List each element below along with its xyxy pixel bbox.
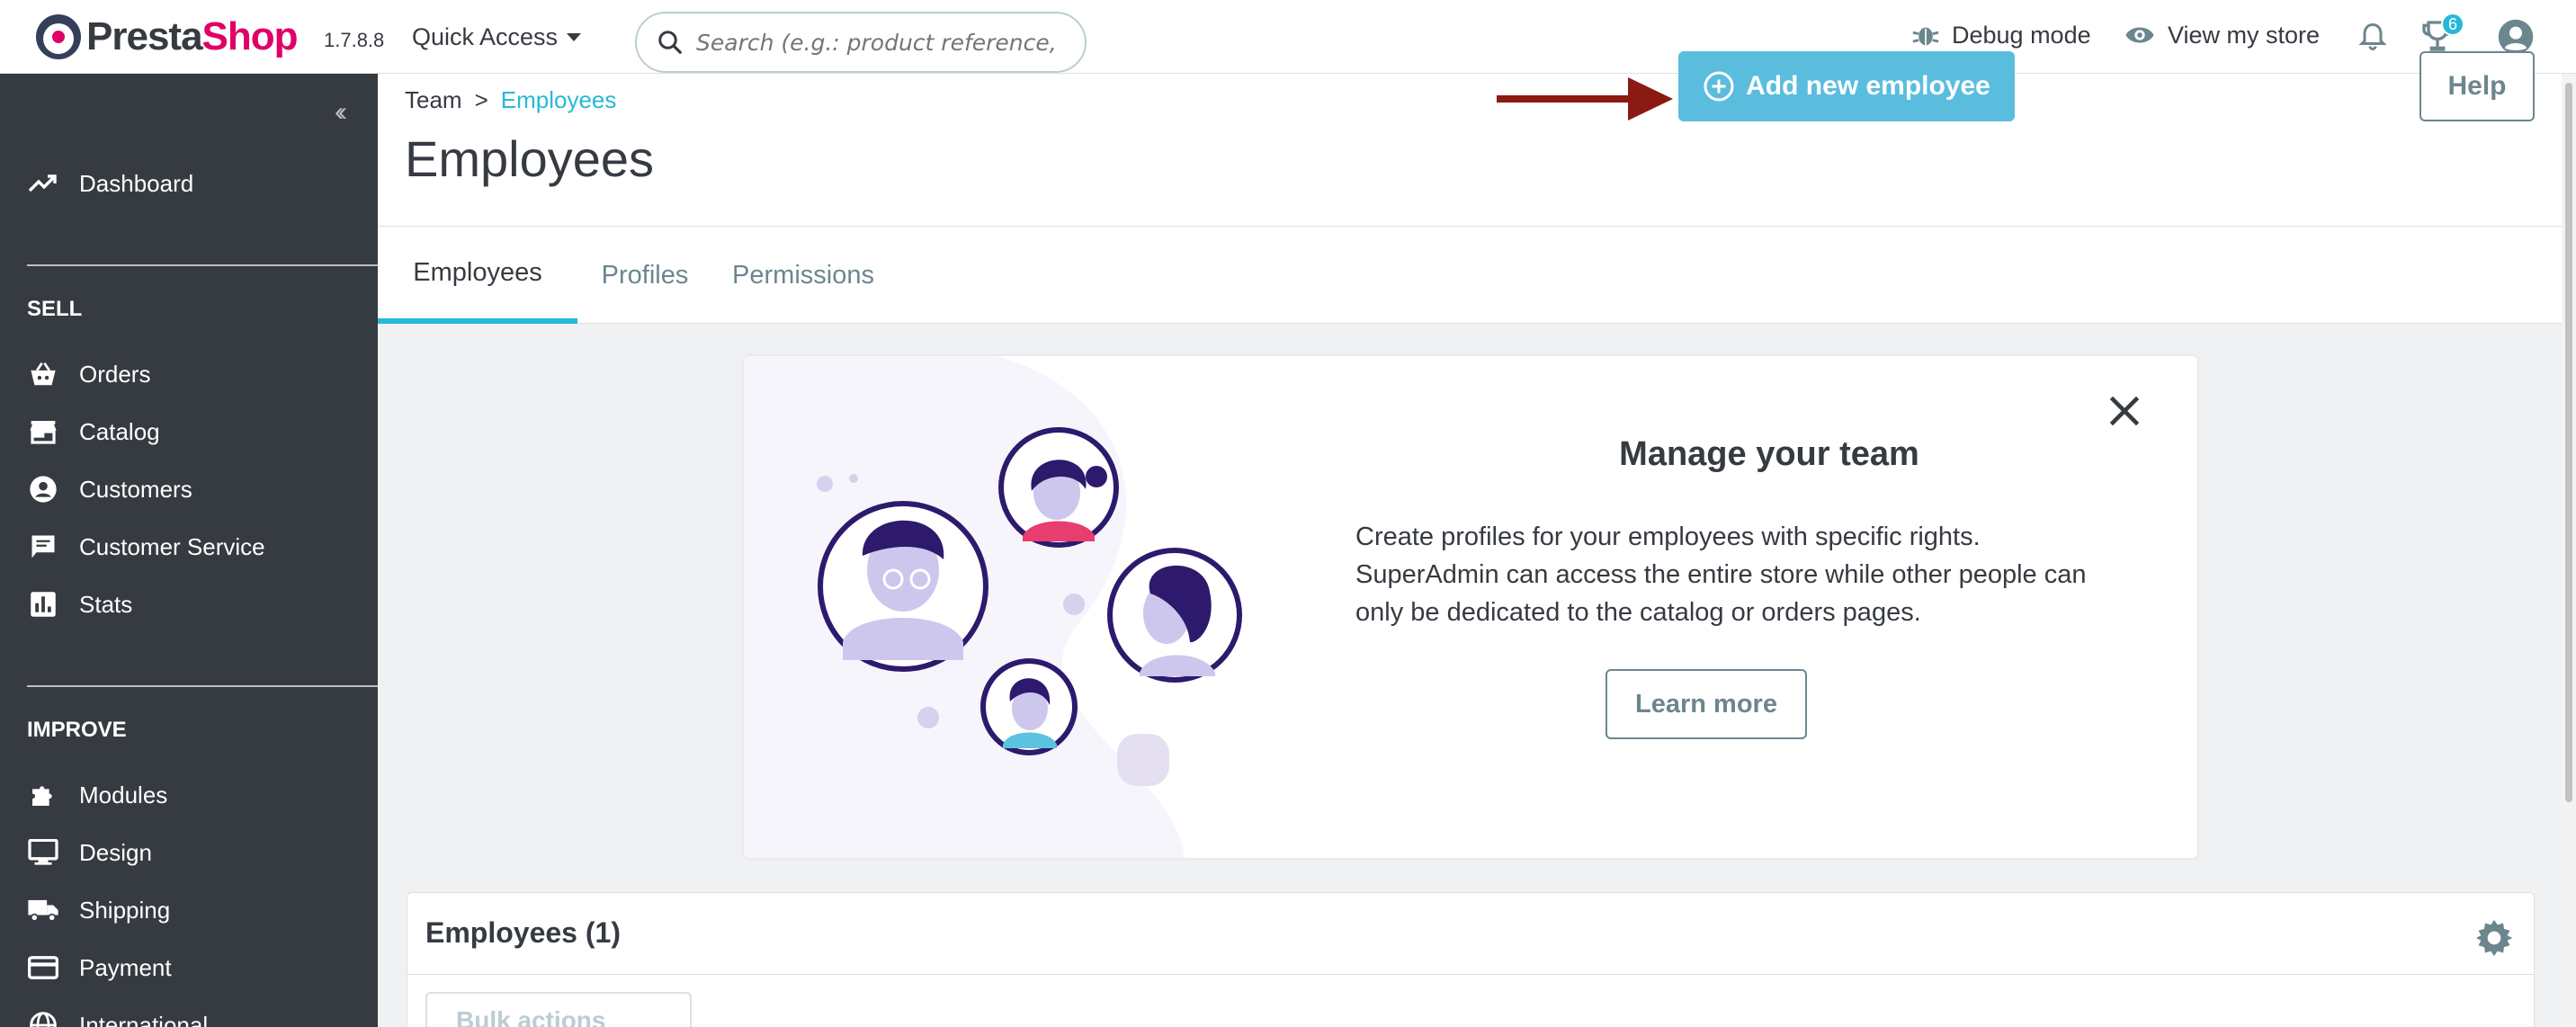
sidebar-divider [27, 685, 378, 687]
view-my-store-label: View my store [2168, 21, 2321, 49]
trophy-badge: 6 [2441, 13, 2464, 36]
team-illustration [744, 356, 1242, 858]
sidebar-item-design[interactable]: Design [27, 835, 152, 871]
sidebar-item-shipping[interactable]: Shipping [27, 892, 170, 928]
employees-list-panel: Employees (1) Bulk actions [407, 892, 2535, 1027]
sidebar-item-dashboard[interactable]: Dashboard [27, 165, 193, 201]
prestashop-logo-icon [36, 14, 81, 59]
panel-divider [407, 974, 2534, 975]
quick-access-label: Quick Access [412, 23, 559, 50]
debug-mode-link[interactable]: Debug mode [1910, 20, 2091, 50]
manage-team-card: Manage your team Create profiles for you… [744, 356, 2197, 858]
tab-profiles[interactable]: Profiles [577, 227, 712, 324]
bug-icon [1912, 27, 1939, 46]
section-improve-heading: IMPROVE [27, 718, 127, 742]
annotation-arrow [1497, 77, 1673, 121]
sidebar: ‹‹ Dashboard SELL Orders Catalog Custome… [0, 74, 378, 1027]
page-title: Employees [405, 130, 655, 187]
breadcrumb-employees[interactable]: Employees [501, 86, 617, 113]
add-new-employee-button[interactable]: Add new employee [1678, 51, 2015, 121]
tab-permissions[interactable]: Permissions [712, 227, 894, 324]
tab-employees[interactable]: Employees [378, 227, 577, 324]
user-account-icon [2498, 19, 2534, 55]
sidebar-item-label: Payment [79, 953, 172, 981]
manage-team-description: Create profiles for your employees with … [1355, 522, 2087, 627]
sidebar-item-label: Stats [79, 590, 133, 618]
globe-icon [27, 1009, 59, 1027]
quick-access-dropdown[interactable]: Quick Access [412, 23, 582, 51]
eye-icon [2125, 27, 2154, 43]
shopping-basket-icon [27, 358, 59, 390]
search-bar[interactable] [635, 12, 1087, 73]
employees-list-title: Employees (1) [425, 916, 621, 949]
sidebar-item-label: Dashboard [79, 169, 194, 197]
sidebar-item-label: Orders [79, 360, 151, 388]
bulk-actions-dropdown[interactable]: Bulk actions [425, 992, 692, 1027]
breadcrumb-team[interactable]: Team [405, 86, 462, 113]
sidebar-item-catalog[interactable]: Catalog [27, 414, 160, 450]
view-my-store-link[interactable]: View my store [2123, 20, 2320, 50]
puzzle-icon [27, 779, 59, 811]
top-header: PrestaShop 1.7.8.8 Quick Access Debug mo… [0, 0, 2576, 74]
debug-mode-label: Debug mode [1952, 21, 2091, 49]
sidebar-item-orders[interactable]: Orders [27, 356, 150, 392]
page-header: Team > Employees Employees [378, 74, 2562, 227]
logo-text-shop: Shop [201, 14, 299, 58]
desktop-icon [27, 836, 59, 869]
bar-chart-icon [27, 588, 59, 621]
prestashop-logo[interactable]: PrestaShop [36, 13, 299, 61]
sidebar-item-customer-service[interactable]: Customer Service [27, 529, 265, 565]
breadcrumb: Team > Employees [405, 86, 616, 114]
sidebar-item-payment[interactable]: Payment [27, 950, 172, 986]
notifications-button[interactable] [2357, 20, 2389, 58]
sidebar-item-label: Catalog [79, 417, 160, 445]
tabs-bar: Employees Profiles Permissions [378, 227, 2562, 324]
user-circle-icon [27, 473, 59, 505]
store-icon [27, 415, 59, 448]
sidebar-item-label: Customers [79, 475, 192, 503]
sidebar-item-label: Shipping [79, 896, 171, 924]
help-button[interactable]: Help [2419, 51, 2535, 121]
credit-card-icon [27, 951, 59, 984]
sidebar-item-customers[interactable]: Customers [27, 471, 192, 507]
search-input[interactable] [696, 29, 1056, 56]
bell-icon [2358, 22, 2387, 50]
truck-icon [27, 894, 59, 926]
learn-more-button[interactable]: Learn more [1606, 669, 1807, 739]
close-icon[interactable] [2102, 388, 2147, 433]
search-icon [658, 31, 682, 54]
sidebar-item-modules[interactable]: Modules [27, 777, 167, 813]
gear-icon[interactable] [2474, 918, 2514, 958]
breadcrumb-separator: > [474, 86, 488, 113]
chat-icon [27, 531, 59, 563]
add-new-employee-label: Add new employee [1746, 71, 1990, 101]
add-circle-icon [1704, 71, 1734, 102]
manage-team-title: Manage your team [1619, 435, 1919, 473]
scrollbar-thumb[interactable] [2565, 83, 2572, 802]
caret-down-icon [567, 33, 582, 41]
logo-text-presta: Presta [86, 14, 203, 58]
bulk-actions-label: Bulk actions [456, 1006, 606, 1027]
collapse-sidebar-icon[interactable]: ‹‹ [335, 97, 347, 128]
sidebar-item-label: Modules [79, 781, 168, 808]
section-sell-heading: SELL [27, 297, 83, 321]
page-scrollbar[interactable] [2562, 74, 2576, 1027]
sidebar-divider [27, 264, 378, 266]
sidebar-item-label: Design [79, 838, 152, 866]
sidebar-item-international[interactable]: International [27, 1007, 208, 1027]
sidebar-item-stats[interactable]: Stats [27, 586, 132, 622]
sidebar-item-label: International [79, 1011, 209, 1027]
version-label: 1.7.8.8 [324, 29, 385, 51]
trending-up-icon [27, 167, 59, 200]
sidebar-item-label: Customer Service [79, 532, 265, 560]
